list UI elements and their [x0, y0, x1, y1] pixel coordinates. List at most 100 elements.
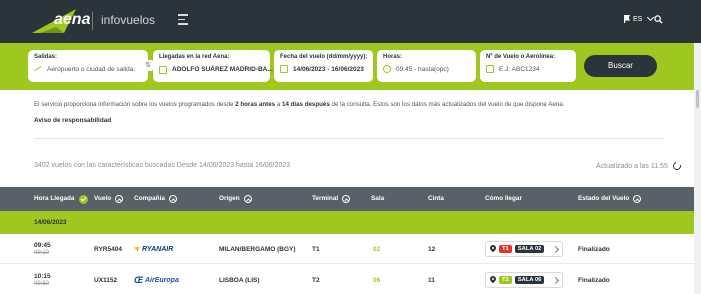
sort-icon — [168, 195, 177, 203]
time-scheduled: 09:50 — [34, 281, 50, 287]
terminal-badge: T1 — [499, 245, 512, 253]
salidas-input[interactable]: Aeropuerto o ciudad de salida: — [47, 66, 135, 73]
ryanair-harp-icon — [134, 246, 140, 252]
chevron-right-icon — [552, 245, 560, 253]
language-selector[interactable]: ES — [624, 13, 655, 23]
location-pin-icon — [490, 245, 496, 253]
salidas-field[interactable]: Salidas: Aeropuerto o ciudad de salida: — [28, 50, 148, 82]
menu-icon[interactable] — [178, 14, 190, 26]
airline-logo: Œ AirEuropa — [134, 265, 179, 294]
arrival-time: 09:45 09:10 — [34, 234, 51, 264]
search-panel: Salidas: Aeropuerto o ciudad de salida: … — [0, 43, 701, 90]
table-row[interactable]: 09:45 09:10 RYR5404 RYANAIR MILAN/BERGAM… — [0, 234, 694, 264]
th-vuelo[interactable]: Vuelo — [94, 187, 124, 211]
vuelo-label: Nº de Vuelo o Aerolínea: — [486, 54, 556, 60]
disclaimer-link[interactable]: Aviso de responsabilidad — [34, 117, 111, 124]
th-label: Estado del Vuelo — [578, 195, 630, 202]
time-actual: 10:15 — [34, 273, 51, 280]
flight-status: Finalizado — [578, 245, 610, 253]
flight-number[interactable]: RYR5404 — [94, 234, 122, 264]
th-sala: Sala — [371, 187, 384, 211]
th-label: Cinta — [428, 195, 444, 202]
how-to-arrive[interactable]: T1 SALA 02 — [485, 234, 564, 264]
info-days-after: 14 días después — [282, 101, 330, 108]
table-row[interactable]: 10:15 09:50 UX1152 Œ AirEuropa LISBOA (LI… — [0, 265, 694, 294]
flight-status: Finalizado — [578, 276, 610, 284]
th-estado[interactable]: Estado del Vuelo — [578, 187, 642, 211]
brand-subtitle: infovuelos — [101, 13, 156, 27]
location-pin-icon — [490, 276, 496, 284]
info-post: de la consulta. Estos son los datos más … — [329, 101, 565, 108]
info-text: El servicio proporciona información sobr… — [34, 101, 564, 108]
origin: LISBOA (LIS) — [219, 276, 260, 284]
calendar-icon — [280, 65, 288, 73]
plane-departure-icon — [34, 65, 42, 73]
th-cinta: Cinta — [428, 187, 444, 211]
info-pre: El servicio proporciona información sobr… — [34, 101, 236, 108]
airline-logo: RYANAIR — [134, 234, 173, 264]
sala: 02 — [373, 245, 381, 253]
sort-icon — [243, 195, 252, 203]
th-origen[interactable]: Origen — [219, 187, 252, 211]
th-label: Vuelo — [94, 195, 112, 202]
sala: 06 — [373, 276, 381, 284]
horas-field[interactable]: Horas: 09:45 - hasta(opc) — [377, 50, 476, 82]
info-hours-before: 2 horas antes — [235, 101, 276, 108]
brand-divider — [92, 12, 93, 30]
how-to-arrive[interactable]: T2 SALA 06 — [485, 265, 564, 294]
llegadas-label: Llegadas en la red Aena: — [159, 54, 230, 60]
logo-text: aena — [54, 11, 91, 28]
flag-icon — [624, 15, 630, 23]
top-bar: aena infovuelos ES — [0, 0, 701, 43]
origin: MILAN/BERGAMO (BGY) — [219, 245, 296, 253]
info-mid: a — [275, 101, 282, 108]
sala-badge: SALA 06 — [514, 276, 545, 284]
aireuropa-mark-icon: Œ — [134, 275, 143, 285]
llegadas-input[interactable]: ADOLFO SUÁREZ MADRID-BA... — [172, 66, 273, 73]
airline-name: AirEuropa — [145, 276, 179, 284]
salidas-label: Salidas: — [34, 54, 58, 60]
sort-icon — [633, 195, 642, 203]
th-label: Terminal — [312, 195, 339, 202]
cinta: 11 — [428, 276, 435, 284]
swap-icon[interactable]: ⇅ — [143, 60, 153, 71]
cinta: 12 — [428, 245, 436, 253]
th-como-llegar: Cómo llegar — [485, 187, 522, 211]
scrollbar-thumb[interactable] — [696, 90, 699, 108]
th-compania[interactable]: Compañía — [134, 187, 177, 211]
scrollbar[interactable] — [694, 43, 701, 294]
check-icon — [78, 194, 88, 204]
search-button[interactable]: Buscar — [584, 55, 657, 77]
search-icon[interactable] — [654, 15, 663, 24]
clock-icon — [383, 65, 391, 73]
th-terminal[interactable]: Terminal — [312, 187, 351, 211]
terminal: T1 — [312, 245, 320, 253]
fecha-input[interactable]: 14/06/2023 - 16/06/2023 — [293, 66, 364, 73]
date-band: 14/06/2023 — [0, 211, 694, 234]
fecha-field[interactable]: Fecha del vuelo (dd/mm/yyyy): 14/06/2023… — [274, 50, 373, 82]
th-label: Origen — [219, 195, 240, 202]
airport-icon — [159, 65, 167, 74]
vuelo-field[interactable]: Nº de Vuelo o Aerolínea: E.J: ABC1234 — [480, 50, 576, 82]
date-band-label: 14/06/2023 — [34, 219, 67, 226]
th-hora-llegada[interactable]: Hora Llegada — [34, 187, 88, 211]
th-label: Hora Llegada — [34, 195, 75, 202]
time-scheduled: 09:10 — [34, 250, 50, 256]
horas-input[interactable]: 09:45 - hasta(opc) — [396, 66, 449, 73]
flight-number-icon — [486, 65, 494, 73]
th-label: Cómo llegar — [485, 195, 522, 202]
llegadas-field[interactable]: Llegadas en la red Aena: ADOLFO SUÁREZ M… — [153, 50, 281, 82]
sort-icon — [342, 195, 351, 203]
refresh-icon[interactable] — [671, 160, 683, 172]
table-header: Hora Llegada Vuelo Compañía Origen Termi… — [0, 187, 694, 211]
horas-label: Horas: — [383, 54, 403, 60]
sort-icon — [115, 195, 124, 203]
vuelo-input[interactable]: E.J: ABC1234 — [499, 66, 539, 73]
terminal-badge: T2 — [499, 276, 512, 284]
flight-number[interactable]: UX1152 — [94, 265, 117, 294]
updated-indicator: Actualizado a las 11:55 — [596, 160, 683, 172]
arrival-time: 10:15 09:50 — [34, 265, 51, 294]
fecha-label: Fecha del vuelo (dd/mm/yyyy): — [280, 54, 368, 60]
airline-name: RYANAIR — [142, 245, 174, 253]
terminal: T2 — [312, 276, 320, 284]
